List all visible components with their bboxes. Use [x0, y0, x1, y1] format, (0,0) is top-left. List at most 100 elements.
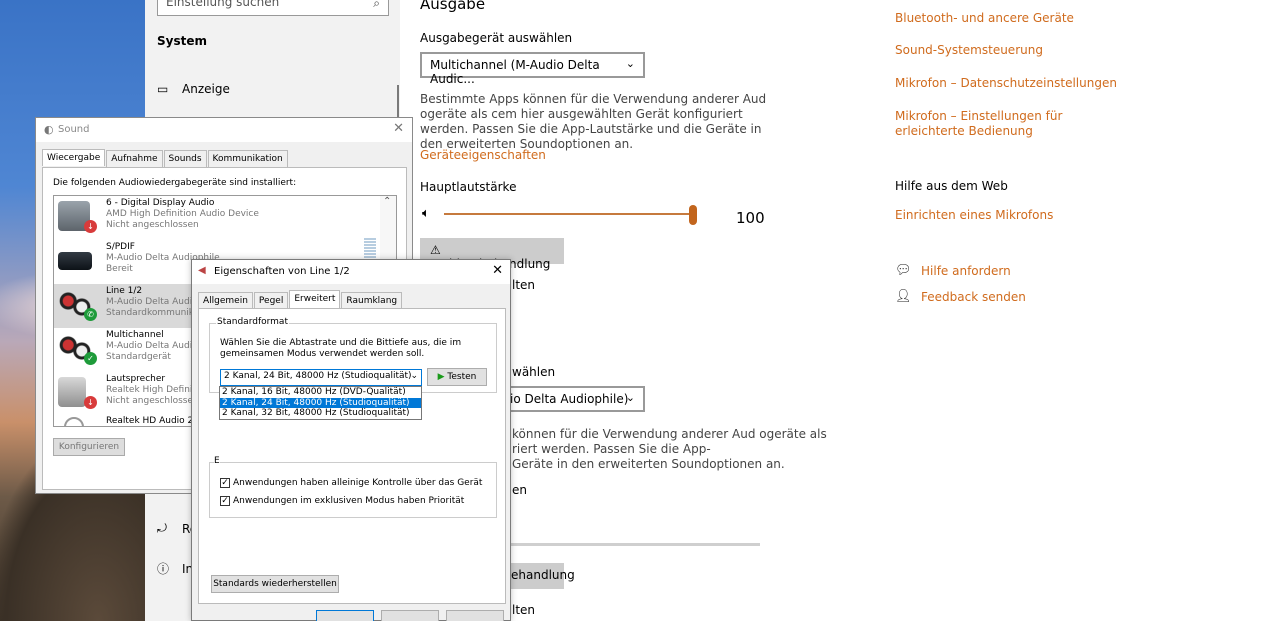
tab-erweitert[interactable]: Erweitert	[289, 290, 341, 309]
link-sound-control-panel[interactable]: Sound-Systemsteuerung	[895, 43, 1043, 58]
link-setup-mic[interactable]: Einrichten eines Mikrofons	[895, 208, 1053, 223]
chevron-down-icon: ⌄	[625, 391, 635, 404]
tab-aufnahme[interactable]: Aufnahme	[106, 150, 163, 167]
device-desc: AMD High Definition Audio Device	[106, 209, 259, 219]
input-device-value: io Delta Audiophile)	[510, 392, 629, 406]
manage-devices-link-fragment[interactable]: lten	[512, 278, 535, 292]
input-device-select[interactable]: io Delta Audiophile) ⌄	[500, 386, 645, 412]
headphone-icon	[64, 417, 84, 426]
dialog-button-bar	[192, 610, 510, 621]
search-placeholder: Einstellung suchen	[166, 0, 280, 9]
device-name: Lautsprecher	[106, 374, 166, 384]
checkbox-checked-icon[interactable]: ✓	[220, 496, 230, 506]
sound-dialog-titlebar[interactable]: ◐ Sound ✕	[36, 118, 412, 142]
feedback-label: Feedback senden	[921, 289, 1026, 304]
exclusive-mode-label: E	[214, 456, 220, 466]
device-status: Standardgerät	[106, 352, 171, 362]
format-option[interactable]: 2 Kanal, 32 Bit, 48000 Hz (Studioqualitä…	[220, 408, 421, 419]
playback-intro: Die folgenden Audiowiedergabegeräte sind…	[53, 178, 297, 188]
get-help-link[interactable]: 💬︎ Hilfe anfordern	[895, 263, 1011, 278]
device-properties-link-fragment[interactable]: en	[512, 483, 527, 497]
chevron-down-icon: ⌄	[410, 371, 418, 381]
apply-button[interactable]	[446, 610, 504, 621]
link-mic-privacy[interactable]: Mikrofon – Datenschutzeinstellungen	[895, 76, 1117, 91]
format-dropdown-list: 2 Kanal, 16 Bit, 48000 Hz (DVD-Qualität)…	[219, 386, 422, 420]
feedback-icon: 👤︎	[895, 289, 912, 304]
checkbox-label: Anwendungen im exklusiven Modus haben Pr…	[233, 496, 465, 506]
link-bluetooth[interactable]: Bluetooth- und ancere Geräte	[895, 11, 1074, 26]
device-name: Multichannel	[106, 330, 164, 340]
master-volume-value: 100	[736, 209, 765, 227]
advanced-panel: Standardformat Wählen Sie die Abtastrate…	[198, 308, 506, 604]
nav-item-anzeige[interactable]: ▭ Anzeige	[157, 82, 230, 96]
exclusive-control-checkbox[interactable]: ✓ Anwendungen haben alleinige Kontrolle …	[220, 478, 482, 488]
link-mic-accessibility-line1: Mikrofon – Einstellungen für	[895, 109, 1063, 123]
chevron-down-icon: ⌄	[625, 57, 635, 70]
device-name: S/PDIF	[106, 242, 135, 252]
link-mic-accessibility[interactable]: Mikrofon – Einstellungen für erleichtert…	[895, 109, 1062, 139]
speaker-icon: ◐	[44, 123, 54, 136]
apps-info-text: Bestimmte Apps können für die Verwendung…	[420, 92, 767, 151]
format-select[interactable]: 2 Kanal, 24 Bit, 48000 Hz (Studioqualitä…	[220, 369, 422, 386]
monitor-icon: ▭	[157, 82, 169, 96]
output-device-label: Ausgabegerät auswählen	[420, 31, 573, 45]
speaker-icon[interactable]: 🔈︎	[422, 206, 430, 221]
feedback-link[interactable]: 👤︎ Feedback senden	[895, 289, 1026, 304]
info-icon: ⓘ	[157, 562, 170, 576]
device-desc: M-Audio Delta Audic	[106, 341, 198, 351]
device-name: Realtek HD Audio 2n	[106, 416, 199, 426]
device-properties-link[interactable]: Geräteeigenschaften	[420, 148, 546, 162]
properties-dialog-titlebar[interactable]: ◀ Eigenschaften von Line 1/2 ✕	[192, 260, 510, 284]
tab-kommunikation[interactable]: Kommunikation	[207, 150, 288, 167]
device-status: Nicht angeschlossen	[106, 396, 199, 406]
search-icon[interactable]: ⌕	[373, 0, 380, 11]
sound-dialog-title: Sound	[58, 124, 90, 135]
properties-dialog: ◀ Eigenschaften von Line 1/2 ✕ Allgemein…	[191, 259, 511, 621]
format-option[interactable]: 2 Kanal, 16 Bit, 48000 Hz (DVD-Qualität)	[220, 387, 421, 398]
apps-info-text2-line1: können für die Verwendung anderer Aud og…	[512, 427, 827, 441]
ok-button[interactable]	[316, 610, 374, 621]
phone-icon: ✆	[84, 308, 97, 321]
refresh-icon: ⤾	[157, 521, 167, 535]
speaker-device-icon	[58, 377, 86, 407]
input-device-label-fragment: wählen	[512, 365, 556, 379]
default-format-label: Standardformat	[216, 317, 289, 327]
master-volume-slider[interactable]	[444, 213, 694, 215]
check-icon: ✓	[84, 352, 97, 365]
master-volume-thumb[interactable]	[689, 205, 697, 225]
device-desc: Realtek High Definit	[106, 385, 196, 395]
apps-info-text2-line2: riert werden. Passen Sie die App-	[512, 442, 711, 456]
tab-sounds[interactable]: Sounds	[163, 150, 207, 167]
manage-devices-link-fragment-2[interactable]: lten	[512, 603, 535, 617]
format-select-value: 2 Kanal, 24 Bit, 48000 Hz (Studioqualitä…	[224, 371, 412, 381]
level-meter	[364, 238, 376, 260]
speaker-icon: ◀	[198, 265, 206, 276]
play-icon: ▶	[437, 372, 445, 382]
warning-icon: ⚠	[430, 243, 441, 257]
apps-info-text2-line3: Geräte in den erweiterten Soundoptionen …	[512, 457, 785, 471]
device-status: Bereit	[106, 264, 133, 274]
default-format-desc: Wählen Sie die Abtastrate und die Bittie…	[220, 338, 462, 359]
cancel-button[interactable]	[381, 610, 439, 621]
master-volume-label: Hauptlautstärke	[420, 180, 517, 194]
output-device-select[interactable]: Multichannel (M-Audio Delta Audic... ⌄	[420, 52, 645, 86]
properties-dialog-title: Eigenschaften von Line 1/2	[214, 266, 350, 277]
nav-item-label: Anzeige	[182, 82, 230, 96]
format-option-selected[interactable]: 2 Kanal, 24 Bit, 48000 Hz (Studioqualitä…	[220, 397, 421, 408]
checkbox-checked-icon[interactable]: ✓	[220, 478, 230, 488]
tab-wiedergabe[interactable]: Wiecergabe	[42, 149, 106, 166]
device-name: Line 1/2	[106, 286, 143, 296]
configure-button[interactable]: Konfigurieren	[53, 438, 125, 456]
test-button[interactable]: ▶ Testen	[427, 368, 487, 386]
troubleshoot-button-2[interactable]: ehandlung	[511, 563, 575, 589]
device-status: Standardkommunika	[106, 308, 200, 318]
device-item[interactable]: ↓ 6 - Digital Display Audio AMD High Def…	[54, 196, 382, 240]
close-icon[interactable]: ✕	[393, 121, 404, 136]
restore-defaults-button[interactable]: Standards wiederherstellen	[211, 575, 339, 593]
device-name: 6 - Digital Display Audio	[106, 198, 215, 208]
close-icon[interactable]: ✕	[492, 263, 503, 278]
exclusive-priority-checkbox[interactable]: ✓ Anwendungen im exklusiven Modus haben …	[220, 496, 464, 506]
nav-item-in[interactable]: ⓘ In	[157, 560, 193, 577]
settings-search-input[interactable]: Einstellung suchen ⌕	[157, 0, 389, 16]
chevron-up-icon[interactable]: ⌃	[383, 196, 391, 207]
